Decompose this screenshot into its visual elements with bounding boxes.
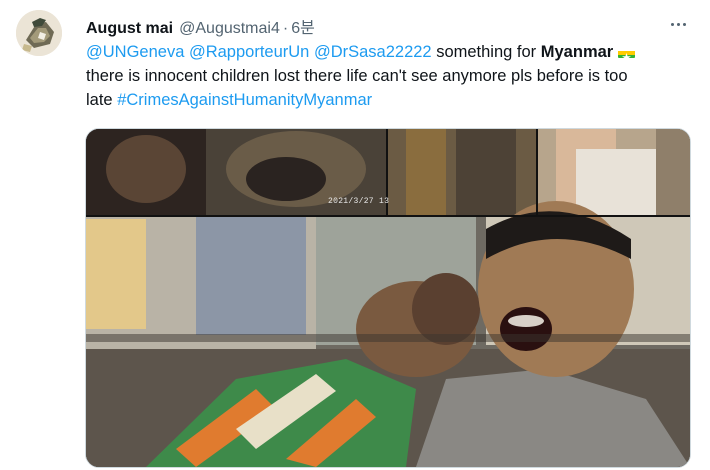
author-name[interactable]: August mai [86, 20, 173, 38]
photo-timestamp: 2021/3/27 13 [328, 197, 390, 206]
tweet-photo[interactable]: 2021/3/27 13 [85, 128, 691, 468]
more-horizontal-icon [670, 22, 674, 26]
myanmar-flag-icon [618, 46, 636, 58]
tweet-text-line-2: there is innocent children lost there li… [86, 67, 628, 85]
tweet-header: August mai @Augustmai4 · 6분 [86, 14, 315, 38]
mention-rapporteurun[interactable]: @RapporteurUn [189, 43, 309, 61]
bold-word: Myanmar [540, 43, 614, 61]
text-segment-late: late [86, 91, 113, 109]
mention-ungeneva[interactable]: @UNGeneva [86, 43, 184, 61]
tweet-text-line-3: late #CrimesAgainstHumanityMyanmar [86, 88, 696, 112]
separator-dot: · [282, 20, 289, 37]
author-handle[interactable]: @Augustmai4 [179, 20, 280, 38]
more-options-button[interactable] [664, 14, 692, 34]
mention-drsasa[interactable]: @DrSasa22222 [314, 43, 432, 61]
hashtag-crimes-against-humanity[interactable]: #CrimesAgainstHumanityMyanmar [117, 91, 372, 109]
photo-collage-image [86, 129, 690, 467]
text-segment: something for [436, 43, 537, 61]
tweet-text: @UNGeneva @RapporteurUn @DrSasa22222 som… [86, 40, 696, 112]
avatar-image [16, 10, 62, 56]
avatar[interactable] [16, 10, 62, 56]
tweet-timestamp[interactable]: 6분 [291, 14, 315, 38]
tweet-text-line-1: @UNGeneva @RapporteurUn @DrSasa22222 som… [86, 40, 696, 64]
